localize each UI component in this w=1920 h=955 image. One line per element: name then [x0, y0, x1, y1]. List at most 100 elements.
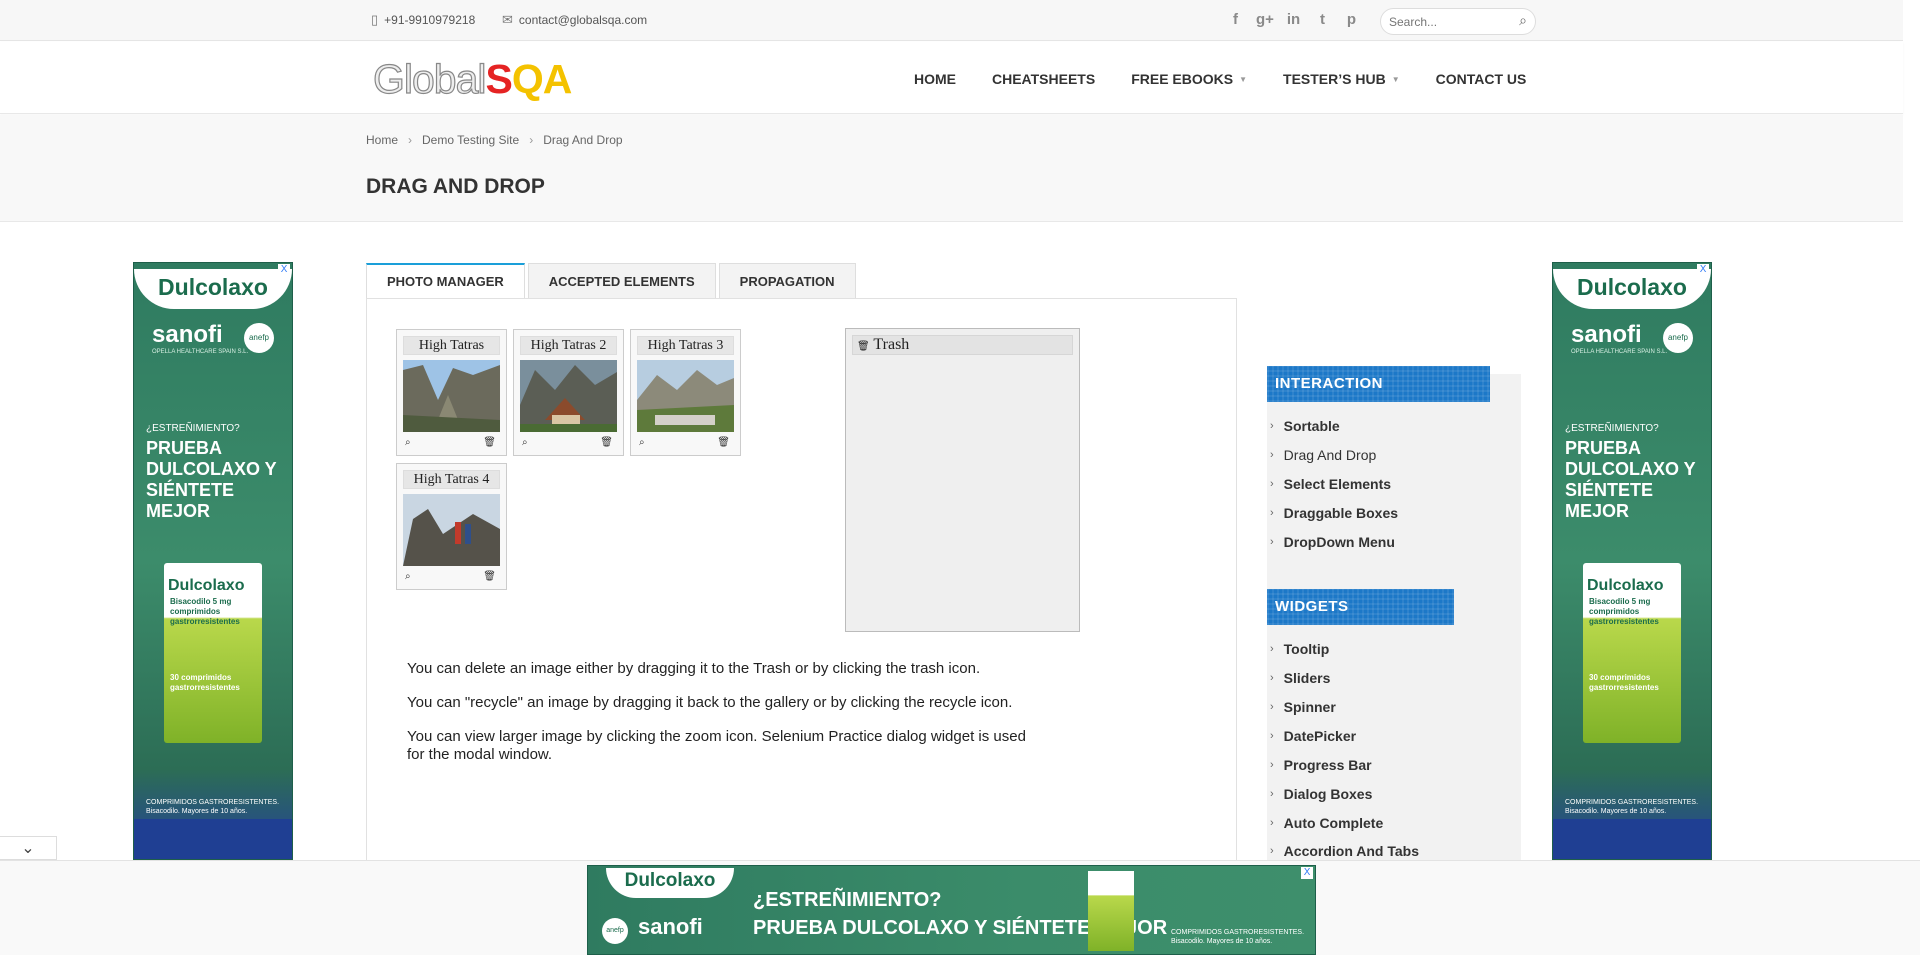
gallery-item-title: High Tatras 4 — [403, 470, 500, 489]
sidebar-item-spinner[interactable]: › Spinner — [1270, 699, 1336, 715]
sidebar-item-dialog-boxes[interactable]: › Dialog Boxes — [1270, 786, 1372, 802]
right-ad-banner[interactable]: Dulcolaxo sanofi OPELLA HEALTHCARE SPAIN… — [1552, 262, 1712, 860]
sidebar-item-auto-complete[interactable]: › Auto Complete — [1270, 815, 1383, 831]
linkedin-icon[interactable]: in — [1285, 11, 1302, 28]
trash-drop-zone[interactable]: 🗑 Trash — [845, 328, 1080, 632]
ad-footer-text: COMPRIMIDOS GASTRORESISTENTES. Bisacodil… — [146, 799, 280, 815]
sidebar-item-tooltip[interactable]: › Tooltip — [1270, 641, 1329, 657]
close-icon[interactable]: X — [278, 264, 290, 276]
main-nav: HOME CHEATSHEETS FREE EBOOKS ▼ TESTER’S H… — [914, 71, 1526, 87]
nav-cheatsheets[interactable]: CHEATSHEETS — [992, 71, 1095, 87]
gallery-photo — [520, 360, 617, 432]
ad-product-box: Dulcolaxo Bisacodilo 5 mg comprimidos ga… — [1583, 563, 1681, 743]
ad-badge: anefp — [602, 918, 628, 944]
tab-photo-manager[interactable]: PHOTO MANAGER — [366, 263, 525, 299]
google-plus-icon[interactable]: g+ — [1256, 11, 1274, 28]
ad-brand: Dulcolaxo — [134, 269, 292, 309]
ad-footer-text: COMPRIMIDOS GASTRORESISTENTES. Bisacodil… — [1565, 799, 1699, 815]
ad-badge: anefp — [1663, 323, 1693, 353]
gallery-photo — [637, 360, 734, 432]
gallery-item[interactable]: High Tatras 3 ⌕ 🗑 — [630, 329, 741, 456]
ad-footer-bar — [1553, 819, 1711, 859]
ad-headline: PRUEBA DULCOLAXO Y SIÉNTETE MEJOR — [1565, 438, 1696, 521]
trash-icon: 🗑 — [857, 341, 870, 352]
search-input[interactable] — [1381, 9, 1506, 34]
tab-accepted-elements[interactable]: ACCEPTED ELEMENTS — [527, 263, 716, 299]
ad-footer-bar — [134, 819, 292, 859]
breadcrumb-demo-site[interactable]: Demo Testing Site — [422, 133, 519, 147]
bottom-ad-banner[interactable]: Dulcolaxo anefp sanofi ¿ESTREÑIMIENTO? P… — [587, 865, 1316, 955]
page-scrollbar[interactable] — [1903, 0, 1920, 860]
zoom-icon[interactable]: ⌕ — [405, 437, 411, 448]
pinterest-icon[interactable]: p — [1343, 11, 1360, 28]
nav-testers-hub[interactable]: TESTER’S HUB ▼ — [1283, 71, 1400, 87]
ad-question: ¿ESTREÑIMIENTO? — [1565, 423, 1659, 434]
demo-tabs: PHOTO MANAGER ACCEPTED ELEMENTS PROPAGAT… — [366, 263, 859, 299]
ad-brand: Dulcolaxo — [1553, 269, 1711, 309]
chevron-right-icon: › — [1270, 643, 1274, 655]
chevron-right-icon: › — [1270, 817, 1274, 829]
twitter-icon[interactable]: t — [1314, 11, 1331, 28]
ad-headline: PRUEBA DULCOLAXO Y SIÉNTETE MEJOR — [146, 438, 277, 521]
zoom-icon[interactable]: ⌕ — [405, 571, 411, 582]
chevron-right-icon: › — [1270, 672, 1274, 684]
gallery-item[interactable]: High Tatras ⌕ 🗑 — [396, 329, 507, 456]
ad-badge: anefp — [244, 323, 274, 353]
ad-company: sanofi — [1571, 321, 1642, 348]
email-contact[interactable]: ✉ contact@globalsqa.com — [502, 12, 647, 28]
chevron-right-icon: › — [1270, 507, 1274, 519]
sidebar-item-drag-and-drop[interactable]: › Drag And Drop — [1270, 447, 1376, 463]
left-ad-banner[interactable]: Dulcolaxo sanofi OPELLA HEALTHCARE SPAIN… — [133, 262, 293, 860]
ad-footer-text: COMPRIMIDOS GASTRORESISTENTES. Bisacodil… — [1171, 929, 1305, 945]
breadcrumb: Home › Demo Testing Site › Drag And Drop — [366, 133, 623, 147]
gallery-item[interactable]: High Tatras 2 ⌕ 🗑 — [513, 329, 624, 456]
ad-company-sub: OPELLA HEALTHCARE SPAIN S.L. — [152, 349, 249, 355]
trash-header: 🗑 Trash — [852, 335, 1073, 355]
sidebar-item-sortable[interactable]: › Sortable — [1270, 418, 1340, 434]
search-icon[interactable]: ⌕ — [1519, 13, 1527, 29]
phone-number: +91-9910979218 — [384, 13, 476, 27]
chevron-down-icon: ▼ — [1239, 74, 1248, 84]
email-address[interactable]: contact@globalsqa.com — [519, 13, 647, 27]
description-text: You can "recycle" an image by dragging i… — [407, 694, 1013, 711]
sidebar-item-draggable-boxes[interactable]: › Draggable Boxes — [1270, 505, 1398, 521]
trash-icon[interactable]: 🗑 — [600, 437, 613, 448]
facebook-icon[interactable]: f — [1227, 11, 1244, 28]
gallery-item-title: High Tatras 3 — [637, 336, 734, 355]
sidebar-item-progress-bar[interactable]: › Progress Bar — [1270, 757, 1372, 773]
zoom-icon[interactable]: ⌕ — [639, 437, 645, 448]
chevron-right-icon: › — [1270, 536, 1274, 548]
trash-icon[interactable]: 🗑 — [483, 571, 496, 582]
chevron-right-icon: › — [1270, 478, 1274, 490]
ad-question: ¿ESTREÑIMIENTO? — [146, 423, 240, 434]
close-icon[interactable]: X — [1301, 867, 1313, 879]
tab-propagation[interactable]: PROPAGATION — [718, 263, 856, 299]
sidebar-heading-widgets: WIDGETS — [1267, 589, 1454, 625]
breadcrumb-home[interactable]: Home — [366, 133, 398, 147]
close-icon[interactable]: X — [1697, 264, 1709, 276]
sidebar-item-sliders[interactable]: › Sliders — [1270, 670, 1330, 686]
nav-home[interactable]: HOME — [914, 71, 956, 87]
trash-icon[interactable]: 🗑 — [717, 437, 730, 448]
ad-brand: Dulcolaxo — [606, 868, 734, 898]
page-title: DRAG AND DROP — [366, 175, 545, 198]
sidebar-item-select-elements[interactable]: › Select Elements — [1270, 476, 1391, 492]
chevron-right-icon: › — [1270, 420, 1274, 432]
site-logo[interactable]: GlobalSQA — [372, 55, 572, 103]
top-bar: ▯ +91-9910979218 ✉ contact@globalsqa.com… — [0, 0, 1903, 41]
trash-label: Trash — [873, 336, 910, 353]
nav-contact-us[interactable]: CONTACT US — [1436, 71, 1527, 87]
gallery-item[interactable]: High Tatras 4 ⌕ 🗑 — [396, 463, 507, 590]
ad-company-sub: OPELLA HEALTHCARE SPAIN S.L. — [1571, 349, 1668, 355]
description-text: You can view larger image by clicking th… — [407, 728, 1026, 763]
nav-free-ebooks[interactable]: FREE EBOOKS ▼ — [1131, 71, 1247, 87]
sidebar-item-dropdown-menu[interactable]: › DropDown Menu — [1270, 534, 1395, 550]
chevron-down-icon[interactable]: ⌄ — [0, 836, 57, 860]
trash-icon[interactable]: 🗑 — [483, 437, 496, 448]
ad-company: sanofi — [152, 321, 223, 348]
chevron-right-icon: › — [1270, 701, 1274, 713]
sidebar-item-accordion-tabs[interactable]: › Accordion And Tabs — [1270, 843, 1419, 859]
sidebar-item-datepicker[interactable]: › DatePicker — [1270, 728, 1356, 744]
zoom-icon[interactable]: ⌕ — [522, 437, 528, 448]
breadcrumb-current: Drag And Drop — [543, 133, 623, 147]
